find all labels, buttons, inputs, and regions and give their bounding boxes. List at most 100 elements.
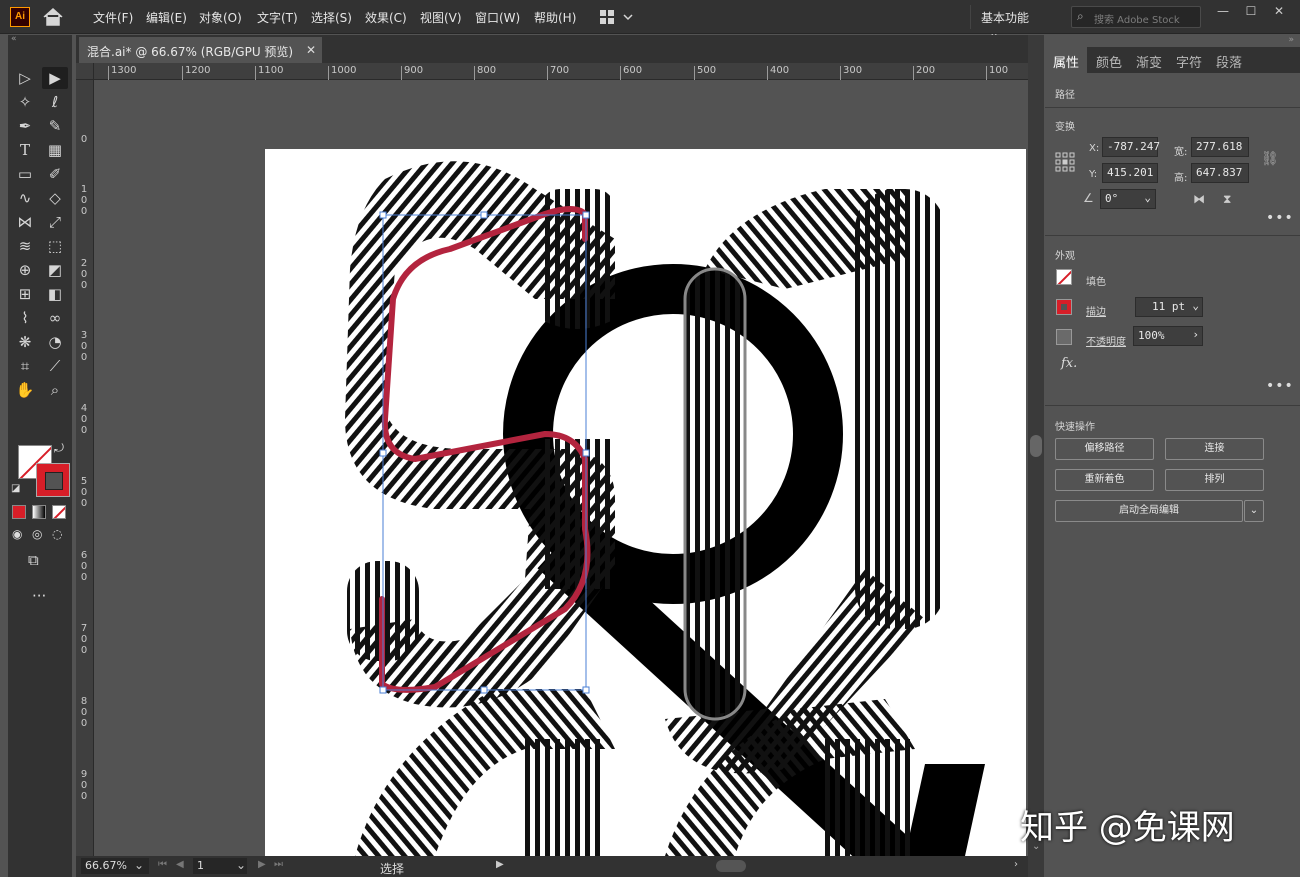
menu-file[interactable]: 文件(F) xyxy=(93,9,133,26)
default-colors-icon[interactable]: ◪ xyxy=(11,483,20,494)
workspace-switcher[interactable]: 基本功能 ⌄ xyxy=(970,5,1060,40)
tab-gradient[interactable]: 渐变 xyxy=(1129,47,1169,73)
grid-tool-icon[interactable]: ▦ xyxy=(42,139,68,161)
opacity-label[interactable]: 不透明度 xyxy=(1086,333,1126,348)
stroke-swatch[interactable] xyxy=(36,463,70,497)
more-options-icon[interactable]: ••• xyxy=(1266,378,1294,394)
menu-select[interactable]: 选择(S) xyxy=(311,9,352,26)
blend-tool-icon[interactable]: ∞ xyxy=(42,307,68,329)
arrange-documents-icon[interactable] xyxy=(600,9,634,25)
tab-properties[interactable]: 属性 xyxy=(1045,47,1087,73)
ruler-origin[interactable] xyxy=(76,63,94,80)
maximize-button[interactable]: ☐ xyxy=(1238,4,1264,22)
tab-character[interactable]: 字符 xyxy=(1169,47,1209,73)
angle-field[interactable]: 0° ⌄ xyxy=(1100,189,1156,209)
fx-icon[interactable]: fx. xyxy=(1061,356,1077,371)
previous-artboard-icon[interactable]: ◀ xyxy=(176,859,184,870)
document-tab[interactable]: 混合.ai* @ 66.67% (RGB/GPU 预览) ✕ xyxy=(79,37,322,63)
swap-fill-stroke-icon[interactable]: ⤾ xyxy=(54,441,64,456)
x-field[interactable]: -787.247 xyxy=(1102,137,1160,157)
recolor-button[interactable]: 重新着色 xyxy=(1055,469,1154,491)
zoom-tool-icon[interactable]: ⌕ xyxy=(42,379,68,401)
menu-window[interactable]: 窗口(W) xyxy=(475,9,520,26)
width-field[interactable]: 277.618 xyxy=(1191,137,1249,157)
arrange-button[interactable]: 排列 xyxy=(1165,469,1264,491)
close-window-button[interactable]: ✕ xyxy=(1266,4,1292,22)
menu-edit[interactable]: 编辑(E) xyxy=(146,9,187,26)
draw-inside-icon[interactable]: ◌ xyxy=(52,527,62,541)
hand-tool-icon[interactable]: ✋ xyxy=(12,379,38,401)
direct-selection-tool-icon[interactable]: ▶ xyxy=(42,67,68,89)
curvature-tool-icon[interactable]: ✎ xyxy=(42,115,68,137)
more-tools-icon[interactable]: ··· xyxy=(32,587,46,605)
close-icon[interactable]: ✕ xyxy=(306,43,316,57)
home-icon[interactable] xyxy=(42,7,64,27)
collapse-panel-icon[interactable]: » xyxy=(1288,35,1294,45)
lasso-tool-icon[interactable]: ℓ xyxy=(42,91,68,113)
mesh-tool-icon[interactable]: ⊞ xyxy=(12,283,38,305)
vertical-ruler[interactable]: 0 100 200 300 400 500 600 700 800 900 xyxy=(76,80,94,856)
next-artboard-icon[interactable]: ▶ xyxy=(258,859,266,870)
screen-mode-icon[interactable]: ⧉ xyxy=(28,551,39,569)
global-edit-button[interactable]: 启动全局编辑 xyxy=(1055,500,1243,522)
tab-color[interactable]: 颜色 xyxy=(1089,47,1129,73)
magic-wand-tool-icon[interactable]: ✧ xyxy=(12,91,38,113)
more-options-icon[interactable]: ••• xyxy=(1266,210,1294,226)
menu-view[interactable]: 视图(V) xyxy=(420,9,462,26)
gradient-tool-icon[interactable]: ◧ xyxy=(42,283,68,305)
graph-tool-icon[interactable]: ◔ xyxy=(42,331,68,353)
symbol-sprayer-tool-icon[interactable]: ❋ xyxy=(12,331,38,353)
stroke-weight-field[interactable]: 11 pt ⌄ xyxy=(1135,297,1203,317)
blend-artwork[interactable] xyxy=(265,149,1026,856)
draw-normal-icon[interactable]: ◉ xyxy=(12,527,22,541)
gradient-mode-icon[interactable] xyxy=(32,505,46,519)
fill-color-swatch[interactable] xyxy=(1056,269,1072,285)
slice-tool-icon[interactable]: ⟋ xyxy=(42,355,68,377)
y-field[interactable]: 415.201 xyxy=(1102,163,1158,183)
stock-search-input[interactable]: ⌕ 搜索 Adobe Stock xyxy=(1071,6,1201,28)
eraser-tool-icon[interactable]: ◇ xyxy=(42,187,68,209)
horizontal-ruler[interactable]: 1300 1200 1100 1000 900 800 700 600 500 … xyxy=(94,63,1028,80)
last-artboard-icon[interactable]: ⏭ xyxy=(274,859,283,870)
menu-help[interactable]: 帮助(H) xyxy=(534,9,576,26)
scale-tool-icon[interactable]: ⤢ xyxy=(42,211,68,233)
global-edit-dropdown[interactable]: ⌄ xyxy=(1244,500,1264,522)
stroke-color-swatch[interactable] xyxy=(1056,299,1072,315)
scroll-right-icon[interactable]: › xyxy=(1014,859,1018,870)
flip-vertical-icon[interactable]: ⧗ xyxy=(1223,192,1231,207)
reflect-tool-icon[interactable]: ⋈ xyxy=(12,211,38,233)
panel-scrollbar[interactable]: ⌄ xyxy=(1028,35,1044,877)
join-button[interactable]: 连接 xyxy=(1165,438,1264,460)
free-transform-tool-icon[interactable]: ⬚ xyxy=(42,235,68,257)
collapse-icon[interactable]: « xyxy=(8,35,72,44)
perspective-grid-tool-icon[interactable]: ◩ xyxy=(42,259,68,281)
offset-path-button[interactable]: 偏移路径 xyxy=(1055,438,1154,460)
reference-point-icon[interactable] xyxy=(1055,152,1075,172)
artboard[interactable] xyxy=(265,149,1026,856)
shape-builder-tool-icon[interactable]: ⊕ xyxy=(12,259,38,281)
opacity-field[interactable]: 100% › xyxy=(1133,326,1203,346)
canvas[interactable] xyxy=(94,80,1026,856)
chevron-down-icon[interactable]: ⌄ xyxy=(134,858,144,872)
height-field[interactable]: 647.837 xyxy=(1191,163,1249,183)
status-menu-icon[interactable]: ▶ xyxy=(496,859,504,870)
shaper-tool-icon[interactable]: ∿ xyxy=(12,187,38,209)
paintbrush-tool-icon[interactable]: ✐ xyxy=(42,163,68,185)
type-tool-icon[interactable]: T xyxy=(12,139,38,161)
constrain-proportions-icon[interactable]: ⛓ xyxy=(1261,151,1279,167)
color-mode-icon[interactable] xyxy=(12,505,26,519)
none-mode-icon[interactable] xyxy=(52,505,66,519)
stroke-label[interactable]: 描边 xyxy=(1086,303,1106,318)
menu-object[interactable]: 对象(O) xyxy=(199,9,242,26)
pen-tool-icon[interactable]: ✒ xyxy=(12,115,38,137)
selection-tool-icon[interactable]: ▷ xyxy=(12,67,38,89)
artboard-tool-icon[interactable]: ⌗ xyxy=(12,355,38,377)
menu-effect[interactable]: 效果(C) xyxy=(365,9,407,26)
menu-type[interactable]: 文字(T) xyxy=(257,9,298,26)
draw-behind-icon[interactable]: ◎ xyxy=(32,527,42,541)
panel-scrollbar-thumb[interactable] xyxy=(1030,435,1042,457)
rectangle-tool-icon[interactable]: ▭ xyxy=(12,163,38,185)
first-artboard-icon[interactable]: ⏮ xyxy=(158,859,167,870)
flip-horizontal-icon[interactable]: ⧓ xyxy=(1193,192,1205,206)
tab-paragraph[interactable]: 段落 xyxy=(1209,47,1249,73)
